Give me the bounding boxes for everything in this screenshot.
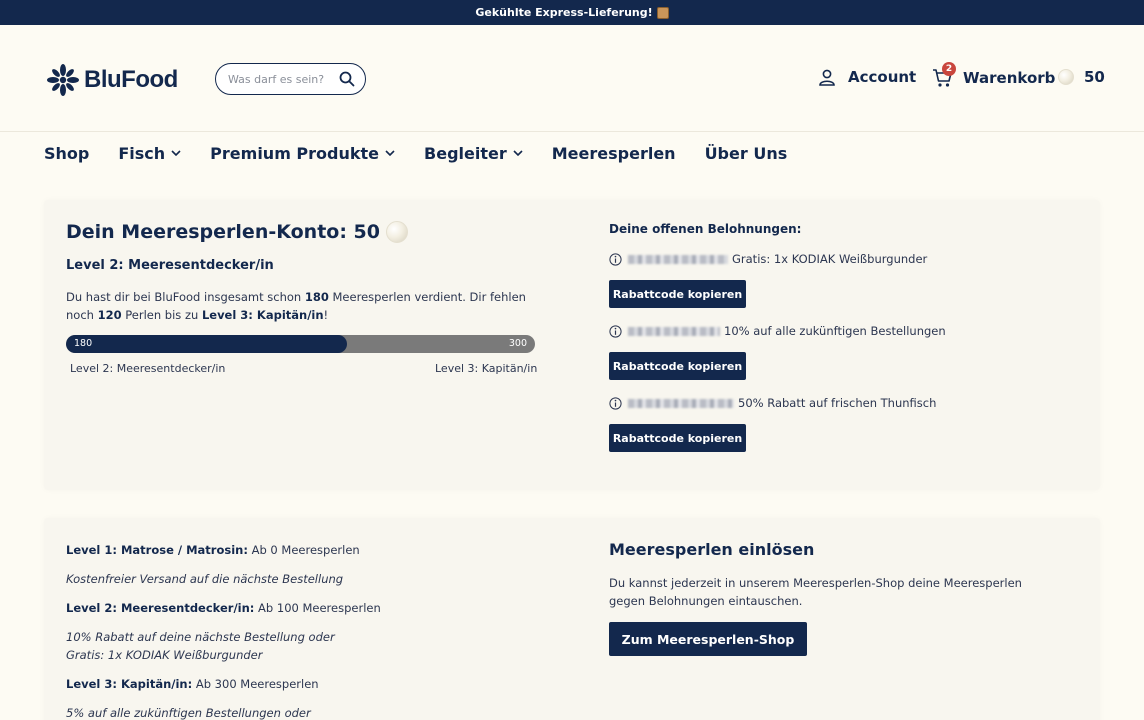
- rewards-heading: Deine offenen Belohnungen:: [609, 222, 802, 236]
- pearl-account-card: Dein Meeresperlen-Konto: 50 Level 2: Mee…: [44, 200, 1100, 490]
- cart-count-badge: 2: [942, 62, 956, 76]
- reward-item: Gratis: 1x KODIAK Weißburgunder: [609, 252, 927, 266]
- level-2-title: Level 2: Meeresentdecker/in:: [66, 601, 255, 615]
- nav-item-label: Premium Produkte: [210, 143, 380, 163]
- page-title: Dein Meeresperlen-Konto: 50: [66, 221, 408, 243]
- chevron-down-icon: [513, 150, 523, 156]
- level-1-requirement: Ab 0 Meeresperlen: [247, 543, 360, 557]
- progress-label-next: Level 3: Kapitän/in: [435, 362, 538, 375]
- text-segment: Perlen bis zu: [121, 308, 202, 322]
- level-1-line: Level 1: Matrose / Matrosin: Ab 0 Meeres…: [66, 541, 360, 559]
- nav-item-label: Shop: [44, 143, 90, 163]
- level-3-requirement: Ab 300 Meeresperlen: [192, 677, 319, 691]
- level-2-line: Level 2: Meeresentdecker/in: Ab 100 Meer…: [66, 599, 381, 617]
- main-nav: Shop Fisch Premium Produkte Begleiter Me…: [44, 142, 816, 164]
- chevron-down-icon: [385, 150, 395, 156]
- levels-card: Level 1: Matrose / Matrosin: Ab 0 Meeres…: [44, 518, 1100, 720]
- nav-item-shop[interactable]: Shop: [44, 144, 89, 163]
- search-icon[interactable]: [339, 71, 355, 87]
- pearl-shop-button[interactable]: Zum Meeresperlen-Shop: [609, 622, 807, 656]
- announcement-text: Gekühlte Express-Lieferung!: [475, 6, 653, 19]
- progress-start-value: 180: [74, 338, 93, 349]
- progress-label-current: Level 2: Meeresentdecker/in: [70, 362, 226, 375]
- nav-item-label: Fisch: [118, 143, 166, 163]
- level-2-reward-2: Gratis: 1x KODIAK Weißburgunder: [66, 648, 263, 662]
- reward-text: 50% Rabatt auf frischen Thunfisch: [738, 396, 937, 410]
- copy-code-button[interactable]: Rabattcode kopieren: [609, 352, 746, 380]
- user-icon: [819, 69, 835, 86]
- account-label: Account: [848, 68, 917, 86]
- text-segment: Du hast dir bei BluFood insgesamt schon: [66, 290, 305, 304]
- info-icon[interactable]: [609, 252, 622, 266]
- copy-code-button[interactable]: Rabattcode kopieren: [609, 280, 746, 308]
- info-icon[interactable]: [609, 324, 622, 338]
- nav-item-begleiter[interactable]: Begleiter: [424, 144, 523, 163]
- current-level: Level 2: Meeresentdecker/in: [66, 258, 274, 273]
- earned-points: 180: [304, 290, 329, 304]
- level-2-requirement: Ab 100 Meeresperlen: [254, 601, 381, 615]
- level-1-reward: Kostenfreier Versand auf die nächste Bes…: [66, 572, 344, 586]
- progress-end-value: 300: [508, 338, 527, 349]
- logo-star-icon: [47, 64, 79, 96]
- level-1-title: Level 1: Matrose / Matrosin:: [66, 543, 248, 557]
- redacted-code: [628, 326, 720, 336]
- package-icon: [656, 6, 669, 19]
- account-link[interactable]: Account: [818, 68, 916, 86]
- progress-description: Du hast dir bei BluFood insgesamt schon …: [66, 288, 536, 324]
- info-icon[interactable]: [609, 396, 622, 410]
- reward-item: 10% auf alle zukünftigen Bestellungen: [609, 324, 946, 338]
- text-segment: !: [323, 308, 329, 322]
- reward-text: 10% auf alle zukünftigen Bestellungen: [724, 324, 946, 338]
- reward-text: Gratis: 1x KODIAK Weißburgunder: [732, 252, 928, 266]
- level-3-title: Level 3: Kapitän/in:: [66, 677, 193, 691]
- copy-code-button[interactable]: Rabattcode kopieren: [609, 424, 746, 452]
- pearl-points[interactable]: 50: [1058, 68, 1105, 86]
- search-input[interactable]: [228, 72, 328, 86]
- pearl-points-value: 50: [1084, 68, 1105, 86]
- redeem-heading: Meeresperlen einlösen: [609, 540, 815, 559]
- redacted-code: [628, 398, 734, 408]
- logo-text: BluFood: [84, 66, 178, 93]
- redacted-code: [628, 254, 728, 264]
- nav-item-ueber-uns[interactable]: Über Uns: [705, 144, 788, 163]
- nav-item-meeresperlen[interactable]: Meeresperlen: [552, 144, 676, 163]
- cart-link[interactable]: 2 Warenkorb: [932, 62, 1056, 88]
- missing-points: 120: [97, 308, 122, 322]
- logo[interactable]: BluFood: [46, 63, 178, 97]
- search-box[interactable]: [215, 63, 366, 95]
- announcement-bar: Gekühlte Express-Lieferung!: [0, 0, 1144, 25]
- nav-item-label: Meeresperlen: [551, 143, 676, 163]
- chevron-down-icon: [171, 150, 181, 156]
- progress-fill: [66, 335, 348, 353]
- level-3-line: Level 3: Kapitän/in: Ab 300 Meeresperlen: [66, 675, 319, 693]
- cart-label: Warenkorb: [963, 69, 1056, 87]
- level-3-reward: 5% auf alle zukünftigen Bestellungen ode…: [66, 706, 311, 720]
- level-2-reward-1: 10% Rabatt auf deine nächste Bestellung …: [66, 630, 335, 644]
- nav-item-fisch[interactable]: Fisch: [118, 144, 181, 163]
- redeem-description: Du kannst jederzeit in unserem Meeresper…: [609, 576, 1022, 608]
- nav-item-premium-produkte[interactable]: Premium Produkte: [210, 144, 395, 163]
- next-level-name: Level 3: Kapitän/in: [201, 308, 324, 322]
- nav-item-label: Begleiter: [424, 143, 507, 163]
- pearl-icon: [385, 221, 408, 243]
- level-progress-bar: 180 300: [66, 335, 535, 353]
- site-header: BluFood Account 2 Warenkorb 50: [0, 25, 1144, 132]
- reward-item: 50% Rabatt auf frischen Thunfisch: [609, 396, 936, 410]
- konto-title-text: Dein Meeresperlen-Konto: 50: [66, 221, 380, 243]
- pearl-icon: [1058, 69, 1074, 85]
- nav-item-label: Über Uns: [704, 143, 788, 163]
